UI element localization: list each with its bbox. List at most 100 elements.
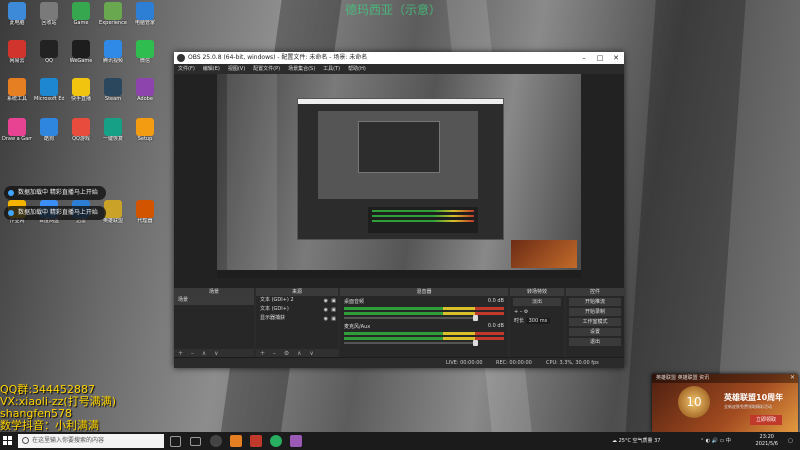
desktop-icon[interactable]: Game — [66, 2, 96, 36]
notice-text: 数据加载中 精彩直播马上开始 — [18, 189, 98, 196]
ad-cta-button[interactable]: 立即领取 — [750, 415, 782, 425]
level-meter — [344, 337, 504, 340]
source-label: 显示器捕获 — [260, 315, 286, 321]
volume-slider[interactable] — [344, 315, 478, 321]
desktop-icon[interactable]: 酷狗 — [34, 118, 64, 152]
nested-obs-window — [297, 98, 504, 240]
source-item[interactable]: 文本 (GDI+) ◉ ▣ — [256, 305, 338, 314]
menu-profile[interactable]: 配置文件(P) — [253, 64, 280, 74]
add-remove-transition[interactable]: + – ⚙ — [510, 308, 564, 317]
desktop-icon-label: Game — [73, 20, 89, 26]
start-streaming-button[interactable]: 开始推流 — [569, 298, 621, 306]
desktop-icon[interactable]: QQ游戏 — [66, 118, 96, 152]
desktop-icon[interactable]: Setup — [130, 118, 160, 152]
mixer-panel: 混音器 桌面音频 0.0 dB 麦克风/Aux 0.0 dB — [340, 288, 508, 358]
app-taskbar-icon[interactable] — [270, 435, 282, 447]
minimize-button[interactable]: – — [576, 52, 592, 64]
transition-select[interactable]: 淡出 — [513, 298, 561, 306]
ad-popup[interactable]: 英雄联盟 英雄联盟 资讯 ✕ 10 英雄联盟10周年 全新皮肤免费领取精彩活动 … — [652, 374, 798, 432]
desktop-icon-label: QQ游戏 — [72, 136, 90, 142]
maximize-button[interactable]: □ — [592, 52, 608, 64]
ad-title: 英雄联盟10周年 — [724, 393, 784, 402]
desktop-icon[interactable]: 腾讯视频 — [98, 40, 128, 74]
start-recording-button[interactable]: 开始录制 — [569, 308, 621, 316]
sources-header: 来源 — [256, 288, 338, 296]
desktop-icon-label: 代理器 — [137, 218, 153, 224]
clock-time: 23:20 — [759, 434, 774, 440]
close-button[interactable]: ✕ — [608, 52, 624, 64]
rec-timer: REC: 00:00:00 — [496, 360, 532, 366]
start-button[interactable] — [3, 436, 13, 446]
app-icon — [136, 2, 154, 20]
duration-field[interactable]: 300 ms — [525, 318, 551, 324]
desktop-icon[interactable]: 系统工具 — [2, 78, 32, 112]
obs-titlebar[interactable]: OBS 25.0.8 (64-bit, windows) - 配置文件: 未命名… — [174, 52, 624, 64]
desktop-icon[interactable]: Steam — [98, 78, 128, 112]
desktop-icon[interactable]: 一键恢复 — [98, 118, 128, 152]
app-icon — [72, 2, 90, 20]
menu-scene-collection[interactable]: 场景集合(S) — [288, 64, 315, 74]
desktop-icon[interactable]: Draw a Game — [2, 118, 32, 152]
sources-panel: 来源 文本 (GDI+) 2 ◉ ▣ 文本 (GDI+) ◉ ▣ 显示器捕获 ◉ ▣ + –… — [256, 288, 338, 358]
desktop-icon[interactable]: 电脑管家 — [130, 2, 160, 36]
close-icon[interactable]: ✕ — [790, 374, 795, 381]
notification-icon[interactable]: ▢ — [788, 432, 793, 450]
channel-name: 麦克风/Aux — [344, 324, 371, 330]
channel-db: 0.0 dB — [487, 323, 504, 329]
studio-mode-button[interactable]: 工作室模式 — [569, 318, 621, 326]
clock[interactable]: 23:20 2021/5/6 — [756, 434, 778, 448]
lock-icon[interactable]: ▣ — [331, 315, 336, 324]
source-item[interactable]: 文本 (GDI+) 2 ◉ ▣ — [256, 296, 338, 305]
desktop-icon[interactable]: 快手直播 — [66, 78, 96, 112]
eye-icon[interactable]: ◉ — [324, 315, 328, 324]
search-icon — [22, 437, 29, 444]
desktop-icon-label: Setup — [137, 136, 153, 142]
task-view-icon[interactable] — [190, 437, 201, 446]
menu-view[interactable]: 视图(V) — [228, 64, 245, 74]
desktop-icon-label: 酷狗 — [43, 136, 54, 142]
desktop-icon[interactable]: 此电脑 — [2, 2, 32, 36]
app-taskbar-icon[interactable] — [230, 435, 242, 447]
volume-slider[interactable] — [344, 340, 478, 346]
taskbar-search-input[interactable]: 在这里输入你要搜索的内容 — [18, 434, 164, 448]
desktop-icon[interactable]: QQ — [34, 40, 64, 74]
app-icon — [104, 200, 122, 218]
app-icon — [40, 78, 58, 96]
desktop-icon[interactable]: 回收站 — [34, 2, 64, 36]
app-taskbar-icon[interactable] — [250, 435, 262, 447]
notice-pill[interactable]: 数据加载中 精彩直播马上开始 — [4, 186, 106, 200]
notice-pill[interactable]: 数据加载中 精彩直播马上开始 — [4, 206, 106, 220]
source-item[interactable]: 显示器捕获 ◉ ▣ — [256, 314, 338, 323]
app-icon — [8, 2, 26, 20]
preview-area — [174, 74, 624, 288]
desktop-icon[interactable]: Microsoft Edge — [34, 78, 64, 112]
app-icon — [8, 78, 26, 96]
desktop-icon-label: 微信 — [139, 58, 150, 64]
weather-widget[interactable]: ☁ 25°C 空气质量 37 — [612, 432, 661, 450]
desktop-icon[interactable]: 微信 — [130, 40, 160, 74]
menu-edit[interactable]: 编辑(E) — [203, 64, 220, 74]
app-icon — [104, 2, 122, 20]
desktop-icon[interactable]: Adobe — [130, 78, 160, 112]
app-icon — [8, 40, 26, 58]
app-taskbar-icon[interactable] — [290, 435, 302, 447]
scene-item[interactable]: 场景 — [174, 296, 254, 305]
menu-file[interactable]: 文件(F) — [178, 64, 195, 74]
app-icon — [72, 118, 90, 136]
menu-help[interactable]: 帮助(H) — [348, 64, 366, 74]
dock-panels: 场景 场景 + – ∧ ∨ 来源 文本 (GDI+) 2 ◉ ▣ 文本 (GDI+)… — [174, 288, 624, 358]
mixer-channel: 麦克风/Aux 0.0 dB — [340, 321, 508, 346]
desktop-icon[interactable]: Experience — [98, 2, 128, 36]
level-meter — [344, 312, 504, 315]
preview-canvas[interactable] — [217, 74, 581, 278]
cortana-icon[interactable] — [170, 436, 181, 447]
settings-button[interactable]: 设置 — [569, 328, 621, 336]
desktop-icon-label: 回收站 — [41, 20, 57, 26]
menu-tools[interactable]: 工具(T) — [323, 64, 340, 74]
obs-taskbar-icon[interactable] — [210, 435, 222, 447]
desktop-icon[interactable]: 网易云 — [2, 40, 32, 74]
desktop-icon[interactable]: WeGame — [66, 40, 96, 74]
tray-icons[interactable]: ⌃ ◐ 🔊 ▭ 中 — [700, 432, 731, 450]
exit-button[interactable]: 退出 — [569, 338, 621, 346]
desktop-icon[interactable]: 代理器 — [130, 200, 160, 234]
